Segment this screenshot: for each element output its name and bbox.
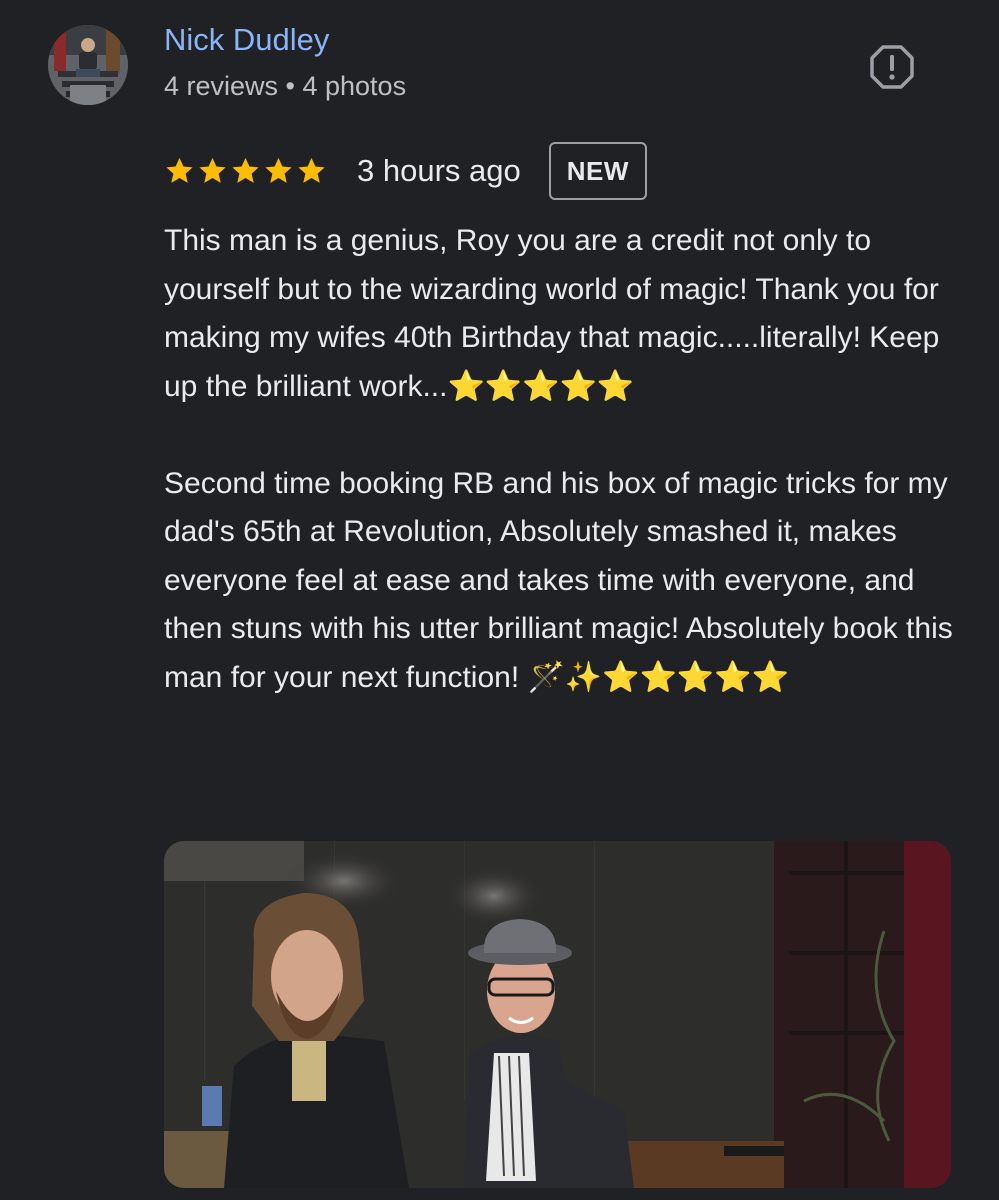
star-icon (296, 156, 327, 186)
author-avatar[interactable] (48, 25, 128, 105)
star-rating (164, 156, 327, 186)
review-text: This man is a genius, Roy you are a cred… (164, 217, 964, 702)
star-icon (263, 156, 294, 186)
rating-row: 3 hours ago NEW (164, 142, 647, 200)
review-photo[interactable] (164, 841, 951, 1188)
review-paragraph: This man is a genius, Roy you are a cred… (164, 224, 948, 403)
review-timestamp: 3 hours ago (357, 153, 521, 188)
star-icon (164, 156, 195, 186)
review-paragraph: Second time booking RB and his box of ma… (164, 466, 962, 694)
star-icon (230, 156, 261, 186)
author-name[interactable]: Nick Dudley (164, 20, 329, 60)
star-icon (197, 156, 228, 186)
new-badge: NEW (548, 142, 647, 200)
author-review-count: 4 reviews • 4 photos (164, 71, 407, 101)
report-flag-icon[interactable] (868, 43, 916, 91)
